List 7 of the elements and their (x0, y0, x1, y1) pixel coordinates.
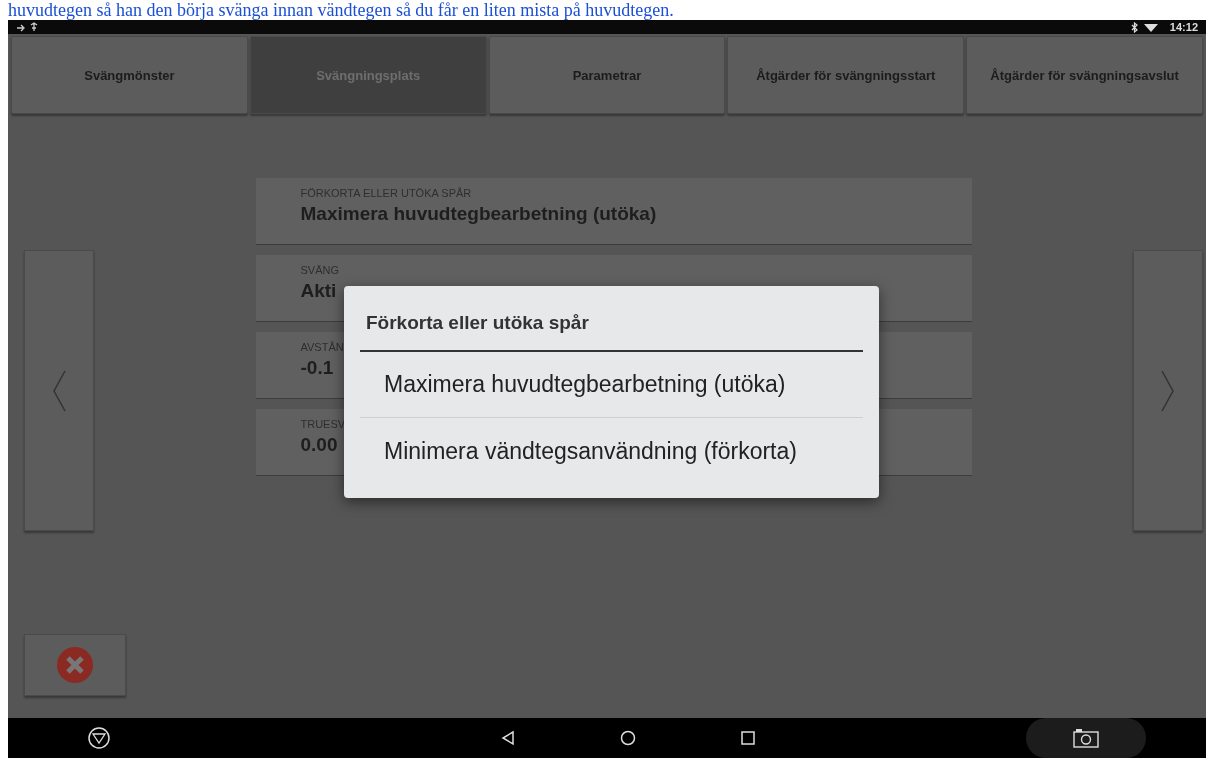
setting-value: 0.00 (300, 434, 338, 456)
setting-value: Maximera huvudtegbearbetning (utöka) (300, 203, 657, 225)
status-time: 14:12 (1169, 21, 1198, 33)
setting-value: -0.1 (300, 357, 334, 379)
dialog-title: Förkorta eller utöka spår (360, 286, 863, 352)
caption-text: huvudtegen så han den börja svänga innan vändtegen så du får en liten mista på huvudtegen. (7, 0, 675, 20)
setting-value: Akti (300, 280, 337, 302)
